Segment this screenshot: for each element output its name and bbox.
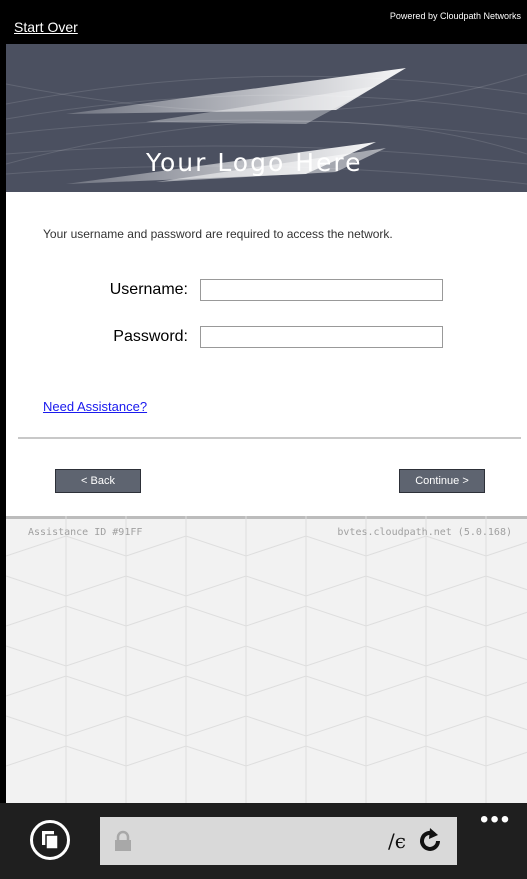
top-bar: Start Over Powered by Cloudpath Networks	[6, 0, 527, 44]
password-label: Password:	[113, 328, 188, 345]
footer-area: Assistance ID #91FF bvtes.cloudpath.net …	[6, 516, 527, 803]
lock-icon	[115, 830, 131, 851]
logo-banner: Your Logo Here	[6, 44, 527, 192]
more-icon[interactable]: •••	[480, 808, 511, 832]
browser-app-bar: /ϵ •••	[0, 803, 527, 879]
assistance-id: Assistance ID #91FF	[28, 527, 143, 538]
password-field[interactable]	[200, 326, 443, 348]
username-label: Username:	[109, 281, 188, 298]
logo-placeholder-text: Your Logo Here	[146, 148, 363, 177]
need-assistance-link[interactable]: Need Assistance?	[43, 399, 147, 414]
continue-button[interactable]: Continue >	[399, 469, 485, 493]
intro-text: Your username and password are required …	[43, 227, 393, 241]
divider	[18, 437, 521, 439]
username-field[interactable]	[200, 279, 443, 301]
tabs-icon[interactable]	[30, 820, 70, 860]
refresh-icon[interactable]	[416, 827, 444, 855]
start-over-link[interactable]: Start Over	[14, 19, 78, 35]
address-bar[interactable]: /ϵ	[100, 817, 457, 865]
hex-pattern	[6, 516, 527, 803]
powered-by-text: Powered by Cloudpath Networks	[389, 11, 521, 21]
login-form: Your username and password are required …	[6, 192, 527, 516]
server-info: bvtes.cloudpath.net (5.0.168)	[337, 527, 512, 538]
address-text: /ϵ	[388, 829, 406, 853]
back-button[interactable]: < Back	[55, 469, 141, 493]
